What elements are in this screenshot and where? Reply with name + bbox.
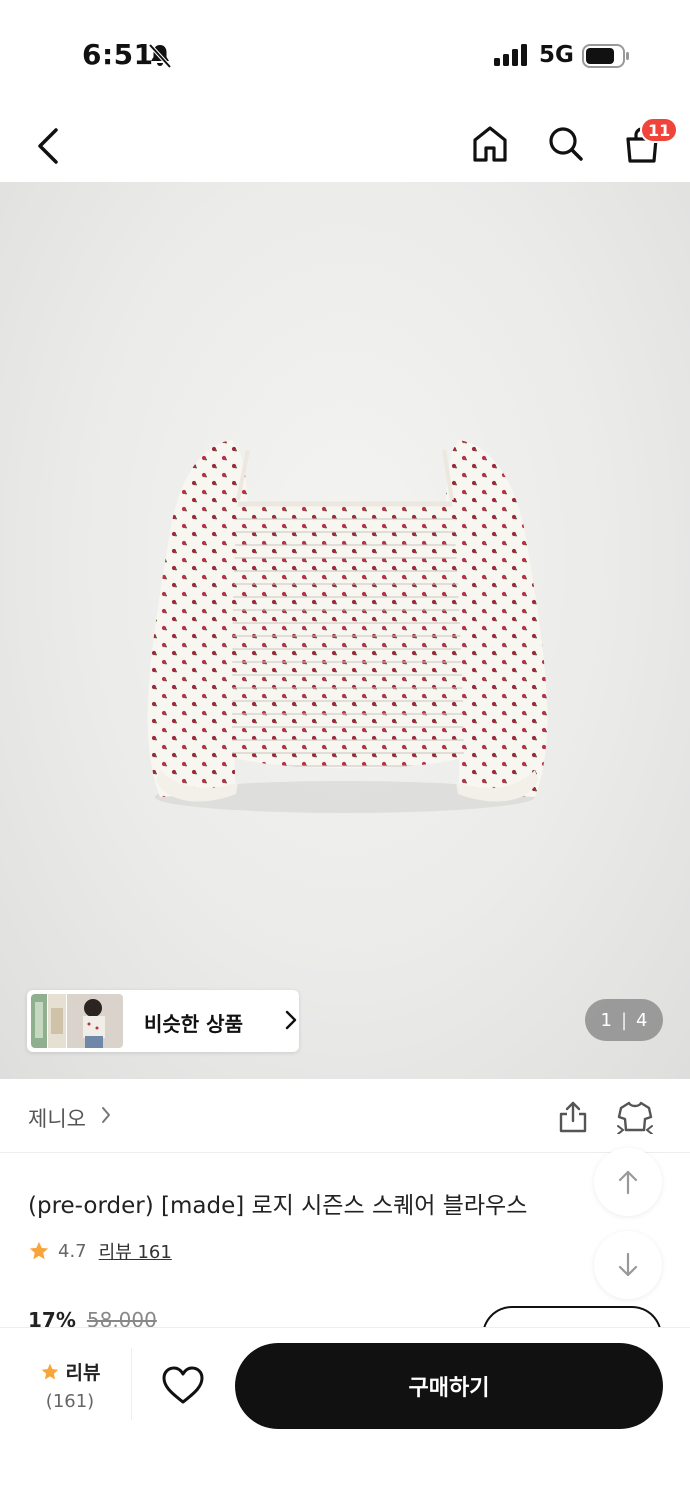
fitting-button[interactable]: [614, 1097, 656, 1137]
similar-products-thumbnails: [31, 994, 123, 1048]
rating-value: 4.7: [58, 1240, 87, 1262]
star-icon: [41, 1363, 58, 1379]
image-page-counter: 1 | 4: [585, 999, 663, 1041]
top-nav: [0, 110, 690, 182]
arrow-up-icon: [618, 1170, 638, 1195]
back-button[interactable]: [28, 124, 68, 168]
bell-off-icon: [148, 43, 172, 69]
cart-badge: 11: [640, 117, 679, 143]
search-icon: [549, 127, 583, 161]
page-separator: |: [620, 1009, 628, 1031]
review-label: 리뷰: [65, 1362, 101, 1384]
page-current: 1: [600, 1009, 612, 1031]
battery-icon: [582, 44, 629, 68]
search-button[interactable]: [544, 122, 588, 166]
signal-icon: [494, 44, 527, 66]
scroll-top-button[interactable]: [594, 1148, 662, 1216]
brand-row: 제니오: [0, 1079, 690, 1153]
review-summary-button[interactable]: 리뷰 (161): [30, 1358, 110, 1412]
share-icon: [559, 1101, 587, 1133]
status-time: 6:51: [82, 38, 154, 71]
product-image-carousel[interactable]: 비슷한 상품 1 | 4: [0, 182, 690, 1079]
chevron-right-icon: [102, 1107, 110, 1123]
heart-icon: [162, 1366, 204, 1404]
like-button[interactable]: [160, 1364, 206, 1410]
status-bar: 6:51 5G: [0, 0, 690, 110]
network-label: 5G: [539, 42, 574, 68]
product-title: (pre-order) [made] 로지 시즌스 스퀘어 블라우스: [28, 1193, 528, 1219]
rating-row: 4.7 리뷰 161: [28, 1238, 172, 1264]
back-icon: [38, 128, 58, 164]
fitting-icon: [617, 1101, 653, 1134]
chevron-right-icon: [285, 1010, 297, 1030]
divider: [131, 1348, 132, 1420]
share-button[interactable]: [554, 1097, 592, 1137]
similar-products-label: 비슷한 상품: [144, 1012, 243, 1036]
review-link[interactable]: 리뷰 161: [99, 1238, 172, 1264]
similar-products-button[interactable]: 비슷한 상품: [27, 990, 299, 1052]
home-button[interactable]: [469, 122, 511, 166]
home-icon: [473, 126, 507, 162]
buy-button[interactable]: 구매하기: [235, 1343, 663, 1429]
review-count: (161): [45, 1391, 95, 1412]
product-image: [147, 440, 548, 813]
star-icon: [29, 1241, 49, 1260]
brand-name-link[interactable]: 제니오: [28, 1103, 86, 1133]
scroll-bottom-button[interactable]: [594, 1231, 662, 1299]
bottom-action-bar: 리뷰 (161) 구매하기: [0, 1327, 690, 1500]
page-total: 4: [636, 1009, 648, 1031]
arrow-down-icon: [618, 1252, 638, 1277]
